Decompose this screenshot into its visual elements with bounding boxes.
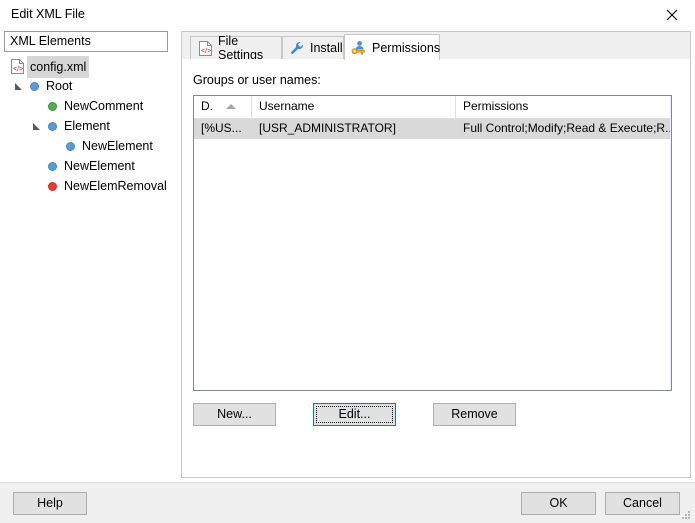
column-header-domain[interactable]: D. [194,96,252,118]
permissions-tab-page: Groups or user names: D. Username Permis… [182,59,690,477]
column-header-label: Permissions [463,99,529,113]
xml-element-tree[interactable]: </> config.xml Root NewComment Element N… [4,56,172,196]
tree-node-label: NewComment [64,99,144,113]
tree-node-label: NewElemRemoval [64,179,167,193]
node-bullet-icon [44,96,60,116]
cancel-button[interactable]: Cancel [605,492,680,515]
tab-label: Permissions [372,40,441,55]
node-bullet-icon [26,76,42,96]
tree-node-config-xml[interactable]: </> config.xml [4,56,172,78]
close-icon[interactable] [649,0,695,30]
tree-node-element[interactable]: Element [4,116,172,136]
tab-file-settings[interactable]: </> File Settings [190,34,282,62]
dialog-client-area: XML Elements </> config.xml Root NewComm… [0,30,695,482]
tab-strip: </> File Settings Install Permissions [182,32,690,62]
column-header-label: Username [259,99,315,113]
sort-ascending-icon [226,104,236,109]
xml-elements-header: XML Elements [4,31,168,52]
tree-node-newelement-child[interactable]: NewElement [4,136,172,156]
expand-arrow-icon[interactable] [30,116,42,136]
tab-install[interactable]: Install [282,36,344,59]
edit-button[interactable]: Edit... [313,403,396,426]
tab-permissions[interactable]: Permissions [344,34,440,60]
dialog-footer: Help OK Cancel [0,482,695,523]
xml-file-icon: </> [9,56,25,76]
expand-arrow-icon[interactable] [12,76,24,96]
xml-file-icon: </> [197,40,213,56]
cell-permissions: Full Control;Modify;Read & Execute;R... [463,121,671,135]
tree-node-newelemremoval[interactable]: NewElemRemoval [4,176,172,196]
title-bar: Edit XML File [0,0,695,30]
new-button[interactable]: New... [193,403,276,426]
permissions-list[interactable]: D. Username Permissions [%US... [USR_ADM… [193,95,672,391]
cell-domain: [%US... [201,121,242,135]
ok-button[interactable]: OK [521,492,596,515]
node-bullet-icon [44,156,60,176]
svg-text:</>: </> [13,66,23,73]
tree-node-label: Root [46,79,73,93]
node-bullet-icon [62,136,78,156]
remove-button[interactable]: Remove [433,403,516,426]
xml-elements-panel: XML Elements </> config.xml Root NewComm… [4,31,172,478]
tree-node-label: config.xml [27,56,90,78]
wrench-icon [289,40,305,56]
tab-label: File Settings [218,34,264,62]
tree-node-newcomment[interactable]: NewComment [4,96,172,116]
focus-ring [316,406,393,423]
svg-text:</>: </> [201,48,211,55]
node-bullet-icon [44,176,60,196]
column-header-label: D. [201,99,213,113]
window-title: Edit XML File [11,7,85,21]
tree-node-label: NewElement [64,159,135,173]
user-key-icon [351,40,367,56]
list-vertical-scrollbar[interactable] [670,96,671,390]
table-row[interactable]: [%US... [USR_ADMINISTRATOR] Full Control… [194,119,671,139]
tree-node-label: Element [64,119,110,133]
column-header-username[interactable]: Username [252,96,456,118]
help-button[interactable]: Help [13,492,87,515]
groups-or-user-names-label: Groups or user names: [193,73,321,87]
permissions-list-header: D. Username Permissions [194,96,671,119]
tab-label: Install [310,41,343,55]
resize-grip-icon[interactable] [680,509,692,521]
node-bullet-icon [44,116,60,136]
tab-host: </> File Settings Install Permissions Gr… [181,31,691,478]
tree-node-label: NewElement [82,139,153,153]
tree-node-root[interactable]: Root [4,76,172,96]
tree-node-newelement[interactable]: NewElement [4,156,172,176]
cell-username: [USR_ADMINISTRATOR] [259,121,396,135]
column-header-permissions[interactable]: Permissions [456,96,671,118]
